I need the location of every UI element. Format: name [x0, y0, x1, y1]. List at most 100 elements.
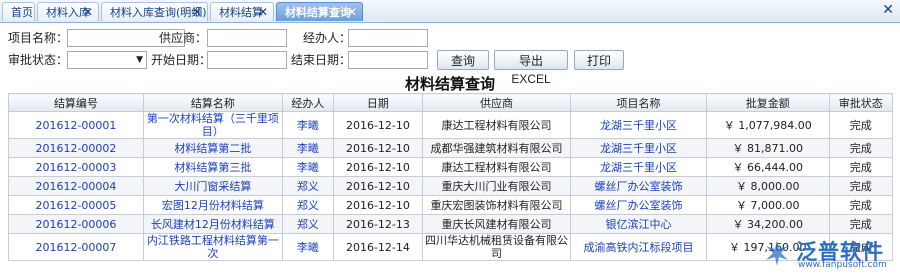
- supplier-label: 供应商：: [159, 31, 208, 45]
- supplier-cell: 成都华强建筑材料有限公司: [421, 138, 572, 158]
- project-link[interactable]: 龙湖三千里小区: [570, 157, 707, 177]
- amount-cell: ￥ 34,200.00: [705, 214, 830, 234]
- table-header-row: 结算编号 结算名称 经办人 日期 供应商 项目名称 批复金额 审批状态: [8, 93, 894, 112]
- settlement-code-link[interactable]: 201612-00006: [8, 214, 144, 234]
- tab-material-settlement[interactable]: 材料结算 ✕: [210, 2, 274, 21]
- status-cell: 完成: [828, 111, 894, 139]
- column-header[interactable]: 批复金额: [705, 93, 830, 112]
- supplier-cell: 重庆大川门业有限公司: [421, 176, 572, 196]
- brand-logo-icon: [766, 240, 788, 266]
- close-icon[interactable]: ✕: [347, 3, 357, 22]
- end-date-label: 结束日期：: [291, 53, 352, 67]
- handler-link[interactable]: 李曦: [281, 138, 334, 158]
- supplier-input[interactable]: [207, 29, 287, 47]
- date-cell: 2016-12-14: [332, 233, 423, 261]
- supplier-cell: 康达工程材料有限公司: [421, 157, 572, 177]
- tab-bar: 首页 材料入库 ✕ 材料入库查询(明细) ✕ 材料结算 ✕ 材料结算查询 ✕ ✕: [0, 0, 900, 23]
- handler-link[interactable]: 李曦: [281, 157, 334, 177]
- brand-logo: 泛普软件 www.fanpusoft.com: [762, 236, 894, 270]
- report-title: 材料结算查询: [404, 75, 495, 93]
- status-cell: 完成: [828, 138, 894, 158]
- print-button[interactable]: 打印: [574, 50, 624, 70]
- column-header[interactable]: 审批状态: [828, 93, 894, 112]
- date-cell: 2016-12-10: [332, 138, 423, 158]
- column-header[interactable]: 供应商: [421, 93, 572, 112]
- amount-cell: ￥ 1,077,984.00: [705, 111, 830, 139]
- tab-settlement-query[interactable]: 材料结算查询 ✕: [276, 2, 363, 21]
- settlement-code-link[interactable]: 201612-00004: [8, 176, 144, 196]
- query-button[interactable]: 查询: [437, 50, 489, 70]
- supplier-cell: 重庆宏图装饰材料有限公司: [421, 195, 572, 215]
- handler-label: 经办人：: [303, 31, 352, 45]
- column-header[interactable]: 项目名称: [570, 93, 707, 112]
- settlement-name-link[interactable]: 长风建材12月份材料结算: [142, 214, 283, 234]
- project-link[interactable]: 龙湖三千里小区: [570, 111, 707, 139]
- end-date-input[interactable]: [348, 51, 428, 69]
- settlement-name-link[interactable]: 材料结算第二批: [142, 138, 283, 158]
- project-link[interactable]: 螺丝厂办公室装饰: [570, 176, 707, 196]
- project-link[interactable]: 成渝高铁内江标段项目: [570, 233, 707, 261]
- table-row: 201612-00005 宏图12月份材料结算 郑义 2016-12-10 重庆…: [8, 195, 894, 215]
- tab-label: 材料结算: [219, 6, 263, 19]
- date-cell: 2016-12-10: [332, 111, 423, 139]
- status-cell: 完成: [828, 176, 894, 196]
- dropdown-arrow-icon: ▼: [136, 55, 143, 65]
- settlement-code-link[interactable]: 201612-00002: [8, 138, 144, 158]
- date-cell: 2016-12-13: [332, 214, 423, 234]
- approval-status-select[interactable]: ▼: [67, 51, 147, 69]
- status-cell: 完成: [828, 214, 894, 234]
- export-excel-button[interactable]: 导出EXCEL: [494, 50, 568, 86]
- tab-home[interactable]: 首页: [2, 2, 35, 21]
- start-date-input[interactable]: [207, 51, 287, 69]
- settlement-code-link[interactable]: 201612-00005: [8, 195, 144, 215]
- close-all-icon[interactable]: ✕: [882, 2, 894, 18]
- amount-cell: ￥ 7,000.00: [705, 195, 830, 215]
- handler-link[interactable]: 郑义: [281, 195, 334, 215]
- handler-link[interactable]: 郑义: [281, 214, 334, 234]
- handler-link[interactable]: 李曦: [281, 233, 334, 261]
- project-link[interactable]: 银亿滨江中心: [570, 214, 707, 234]
- amount-cell: ￥ 81,871.00: [705, 138, 830, 158]
- project-link[interactable]: 螺丝厂办公室装饰: [570, 195, 707, 215]
- supplier-cell: 重庆长风建材有限公司: [421, 214, 572, 234]
- date-cell: 2016-12-10: [332, 176, 423, 196]
- handler-input[interactable]: [348, 29, 428, 47]
- supplier-cell: 四川华达机械租赁设备有限公司: [421, 233, 572, 261]
- table-row: 201612-00002 材料结算第二批 李曦 2016-12-10 成都华强建…: [8, 138, 894, 158]
- status-cell: 完成: [828, 157, 894, 177]
- table-row: 201612-00001 第一次材料结算（三千里项目） 李曦 2016-12-1…: [8, 111, 894, 139]
- column-header[interactable]: 经办人: [281, 93, 334, 112]
- column-header[interactable]: 结算名称: [142, 93, 283, 112]
- settlement-code-link[interactable]: 201612-00007: [8, 233, 144, 261]
- table-row: 201612-00006 长风建材12月份材料结算 郑义 2016-12-13 …: [8, 214, 894, 234]
- tab-inbound-query-detail[interactable]: 材料入库查询(明细) ✕: [101, 2, 208, 21]
- settlement-name-link[interactable]: 宏图12月份材料结算: [142, 195, 283, 215]
- project-link[interactable]: 龙湖三千里小区: [570, 138, 707, 158]
- start-date-label: 开始日期：: [151, 53, 212, 67]
- tab-label: 材料结算查询: [285, 6, 351, 19]
- project-name-label: 项目名称：: [8, 31, 69, 45]
- settlement-name-link[interactable]: 大川门窗采结算: [142, 176, 283, 196]
- settlement-code-link[interactable]: 201612-00001: [8, 111, 144, 139]
- brand-url: www.fanpusoft.com: [798, 260, 887, 270]
- tab-material-inbound[interactable]: 材料入库 ✕: [37, 2, 99, 21]
- tab-label: 首页: [11, 6, 33, 19]
- amount-cell: ￥ 8,000.00: [705, 176, 830, 196]
- close-icon[interactable]: ✕: [192, 3, 202, 22]
- close-icon[interactable]: ✕: [258, 3, 268, 22]
- column-header[interactable]: 日期: [332, 93, 423, 112]
- column-header[interactable]: 结算编号: [8, 93, 144, 112]
- settlement-name-link[interactable]: 内江铁路工程材料结算第一次: [142, 233, 283, 261]
- date-cell: 2016-12-10: [332, 157, 423, 177]
- status-cell: 完成: [828, 195, 894, 215]
- close-icon[interactable]: ✕: [83, 3, 93, 22]
- handler-link[interactable]: 郑义: [281, 176, 334, 196]
- handler-link[interactable]: 李曦: [281, 111, 334, 139]
- settlement-name-link[interactable]: 第一次材料结算（三千里项目）: [142, 111, 283, 139]
- settlement-table: 结算编号 结算名称 经办人 日期 供应商 项目名称 批复金额 审批状态 2016…: [8, 93, 894, 261]
- approval-status-label: 审批状态：: [8, 53, 69, 67]
- table-row: 201612-00007 内江铁路工程材料结算第一次 李曦 2016-12-14…: [8, 233, 894, 261]
- supplier-cell: 康达工程材料有限公司: [421, 111, 572, 139]
- settlement-code-link[interactable]: 201612-00003: [8, 157, 144, 177]
- settlement-name-link[interactable]: 材料结算第三批: [142, 157, 283, 177]
